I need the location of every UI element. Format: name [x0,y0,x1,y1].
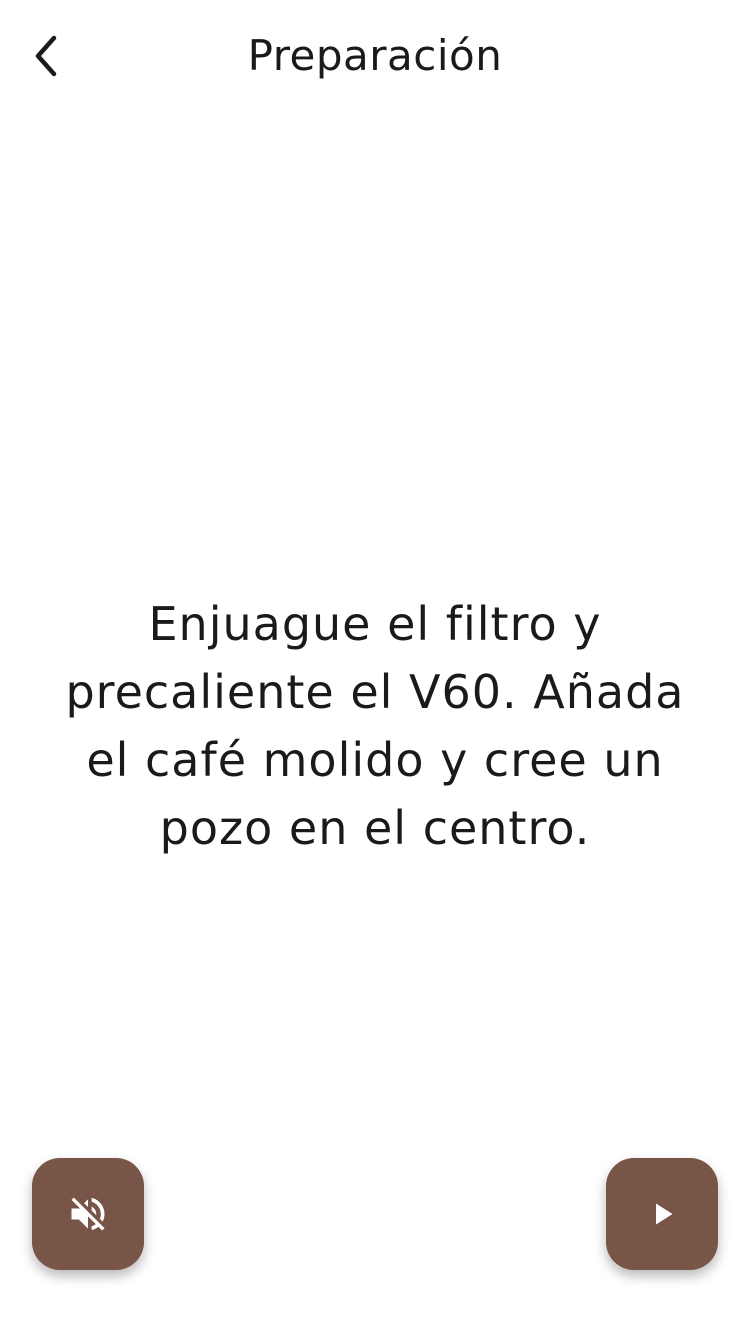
volume-off-icon [71,1197,105,1231]
step-instruction: Enjuague el filtro y precaliente el V60.… [65,597,685,855]
mute-button[interactable] [32,1158,144,1270]
play-button[interactable] [606,1158,718,1270]
app-header: Preparación [0,0,750,112]
page-title: Preparación [247,31,503,80]
play-icon [656,1203,673,1225]
